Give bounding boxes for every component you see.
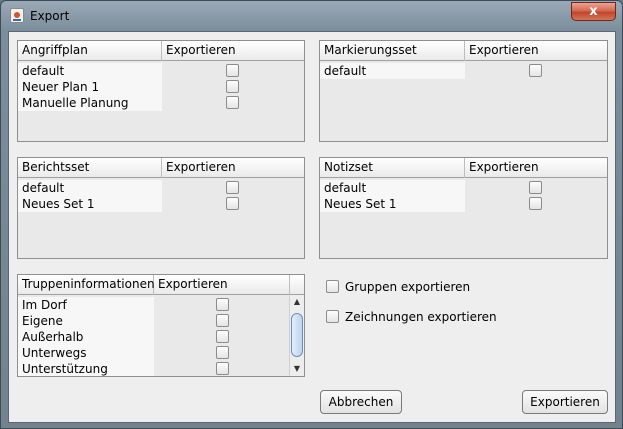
column-header-name[interactable]: Truppeninformationen (18, 275, 155, 295)
table-row[interactable]: default (320, 180, 609, 196)
table-header: Angriffplan Exportieren (18, 41, 304, 61)
export-checkbox[interactable] (226, 64, 239, 77)
table-row[interactable]: Im Dorf (18, 297, 290, 313)
export-checkbox[interactable] (226, 96, 239, 109)
table-row[interactable]: Eigene (18, 313, 290, 329)
scroll-down-arrow-icon[interactable]: ▼ (290, 362, 304, 376)
table-row[interactable]: Neuer Plan 1 (18, 79, 306, 95)
row-name: Unterwegs (18, 345, 154, 361)
export-checkbox[interactable] (529, 64, 542, 77)
title-bar[interactable]: Export x (1, 1, 622, 31)
table-header: Markierungsset Exportieren (320, 41, 607, 61)
column-header-name[interactable]: Berichtsset (18, 158, 162, 178)
table-header: Berichtsset Exportieren (18, 158, 304, 178)
row-name: Manuelle Planung (18, 95, 162, 111)
row-name: Unterstützung (18, 361, 154, 376)
notizset-table: Notizset Exportieren default Neues Set 1 (319, 157, 608, 259)
row-name: default (320, 180, 465, 196)
zeichnungen-exportieren-option[interactable]: Zeichnungen exportieren (326, 309, 526, 325)
zeichnungen-exportieren-label: Zeichnungen exportieren (345, 310, 497, 324)
row-name: default (320, 63, 465, 79)
export-checkbox[interactable] (226, 181, 239, 194)
table-row[interactable]: Außerhalb (18, 329, 290, 345)
column-header-export[interactable]: Exportieren (465, 41, 608, 61)
row-name: Im Dorf (18, 297, 154, 313)
export-checkbox[interactable] (216, 298, 229, 311)
table-header: Truppeninformationen Exportieren (18, 275, 304, 295)
export-checkbox[interactable] (226, 197, 239, 210)
gruppen-exportieren-checkbox[interactable] (326, 280, 339, 293)
export-checkbox[interactable] (216, 362, 229, 375)
export-checkbox[interactable] (529, 197, 542, 210)
column-header-name[interactable]: Notizset (320, 158, 465, 178)
column-header-name[interactable]: Markierungsset (320, 41, 465, 61)
table-row[interactable]: default (320, 63, 609, 79)
table-row[interactable]: Neues Set 1 (320, 196, 609, 212)
row-name: Neuer Plan 1 (18, 79, 162, 95)
table-header: Notizset Exportieren (320, 158, 607, 178)
table-row[interactable]: Unterstützung (18, 361, 290, 376)
gruppen-exportieren-label: Gruppen exportieren (345, 280, 471, 294)
export-checkbox[interactable] (216, 330, 229, 343)
export-checkbox[interactable] (216, 346, 229, 359)
angriffsplan-table: Angriffplan Exportieren default Neuer Pl… (17, 40, 305, 142)
row-name: Eigene (18, 313, 154, 329)
gruppen-exportieren-option[interactable]: Gruppen exportieren (326, 279, 526, 295)
zeichnungen-exportieren-checkbox[interactable] (326, 310, 339, 323)
column-header-export[interactable]: Exportieren (162, 158, 305, 178)
column-header-export[interactable]: Exportieren (465, 158, 608, 178)
row-name: default (18, 63, 162, 79)
export-checkbox[interactable] (226, 80, 239, 93)
window-title: Export (30, 9, 70, 23)
export-dialog-window: Export x Angriffplan Exportieren default… (0, 0, 623, 429)
scrollbar-thumb[interactable] (291, 313, 303, 357)
scroll-up-arrow-icon[interactable]: ▲ (290, 295, 304, 309)
column-header-export[interactable]: Exportieren (154, 275, 290, 295)
table-row[interactable]: Unterwegs (18, 345, 290, 361)
export-checkbox[interactable] (216, 314, 229, 327)
berichtsset-table: Berichtsset Exportieren default Neues Se… (17, 157, 305, 259)
export-button[interactable]: Exportieren (522, 390, 608, 414)
table-row[interactable]: default (18, 180, 306, 196)
row-name: Neues Set 1 (18, 196, 162, 212)
vertical-scrollbar[interactable]: ▲ ▼ (289, 295, 304, 376)
row-name: Neues Set 1 (320, 196, 465, 212)
dialog-content: Angriffplan Exportieren default Neuer Pl… (8, 31, 616, 423)
close-button[interactable]: x (571, 2, 616, 21)
cancel-button[interactable]: Abbrechen (320, 390, 402, 414)
row-name: default (18, 180, 162, 196)
column-header-name[interactable]: Angriffplan (18, 41, 162, 61)
table-row[interactable]: default (18, 63, 306, 79)
markierungsset-table: Markierungsset Exportieren default (319, 40, 608, 142)
row-name: Außerhalb (18, 329, 154, 345)
table-row[interactable]: Neues Set 1 (18, 196, 306, 212)
truppeninformationen-table: Truppeninformationen Exportieren Im Dorf… (17, 274, 305, 377)
java-app-icon (10, 8, 24, 23)
column-header-export[interactable]: Exportieren (162, 41, 305, 61)
table-row[interactable]: Manuelle Planung (18, 95, 306, 111)
export-checkbox[interactable] (529, 181, 542, 194)
